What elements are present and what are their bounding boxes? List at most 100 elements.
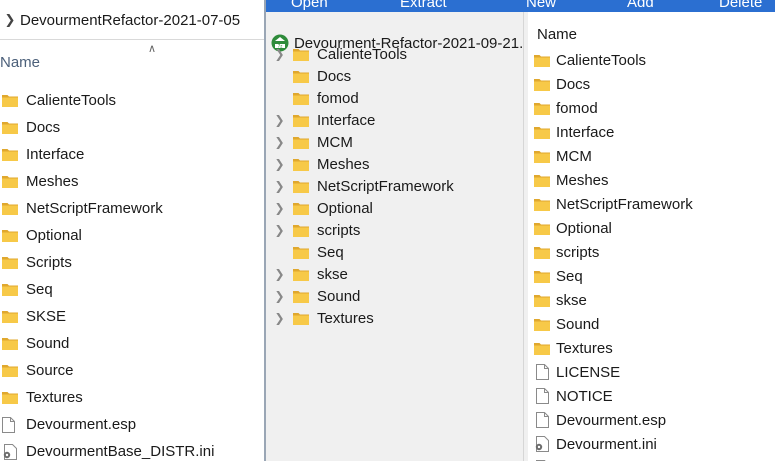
file-row[interactable]: scripts [528, 240, 775, 264]
list-item[interactable]: Source [0, 357, 264, 384]
file-row-label: NetScriptFramework [556, 195, 693, 213]
column-header-name[interactable]: Name [0, 54, 40, 71]
tree-item-label: CalienteTools [317, 45, 408, 63]
tree-item[interactable]: ❯ skse [266, 263, 523, 285]
list-item[interactable]: Textures [0, 384, 264, 411]
folder-icon [0, 87, 26, 114]
tree-item[interactable]: ❯ scripts [266, 219, 523, 241]
list-item[interactable]: CalienteTools [0, 87, 264, 114]
expand-chevron-icon[interactable]: ❯ [266, 311, 293, 325]
file-row[interactable]: CalienteTools [528, 48, 775, 72]
file-row[interactable]: NOTICE [528, 384, 775, 408]
file-row-label: MCM [556, 147, 592, 165]
list-item[interactable]: NetScriptFramework [0, 195, 264, 222]
file-row[interactable]: Sound [528, 312, 775, 336]
list-item-label: Interface [26, 146, 85, 163]
expand-chevron-icon[interactable]: ❯ [266, 47, 293, 61]
list-item[interactable]: Seq [0, 276, 264, 303]
expand-chevron-icon[interactable]: ❯ [266, 201, 293, 215]
tree-item[interactable]: ❯ Interface [266, 109, 523, 131]
tree-item[interactable]: ❯ CalienteTools [266, 43, 523, 65]
tree-item[interactable]: ❯ Sound [266, 285, 523, 307]
list-item[interactable]: Meshes [0, 168, 264, 195]
file-row[interactable]: Seq [528, 264, 775, 288]
file-row-label: scripts [556, 243, 600, 261]
expand-chevron-icon[interactable]: ❯ [266, 289, 293, 303]
list-item-label: Textures [26, 389, 83, 406]
list-item[interactable]: Docs [0, 114, 264, 141]
tree-item[interactable]: ❯ Meshes [266, 153, 523, 175]
toolbar-open-button[interactable]: Open [291, 0, 328, 11]
expand-chevron-icon[interactable]: ❯ [266, 179, 293, 193]
file-row[interactable]: NetScriptFramework [528, 192, 775, 216]
list-item-label: Devourment.esp [26, 416, 137, 433]
folder-icon [293, 114, 317, 127]
list-item[interactable]: Interface [0, 141, 264, 168]
tree-item[interactable]: ❯ NetScriptFramework [266, 175, 523, 197]
file-row[interactable]: Optional [528, 216, 775, 240]
tree-item[interactable]: fomod [266, 87, 523, 109]
tree-item-label: Sound [317, 287, 361, 305]
list-item-label: NetScriptFramework [26, 200, 163, 217]
toolbar-add-button[interactable]: Add [627, 0, 654, 11]
toolbar-extract-button[interactable]: Extract [400, 0, 447, 11]
tree-item-label: Docs [317, 67, 352, 85]
folder-icon [0, 303, 26, 330]
folder-icon [293, 158, 317, 171]
folder-icon [293, 70, 317, 83]
folder-icon [0, 141, 26, 168]
file-row[interactable]: Devourment.ini [528, 432, 775, 456]
address-bar[interactable]: ❯ DevourmentRefactor-2021-07-05 [0, 8, 264, 32]
tree-item[interactable]: Docs [266, 65, 523, 87]
tree-item-label: Textures [317, 309, 374, 327]
file-row[interactable] [528, 456, 775, 461]
file-row[interactable]: Docs [528, 72, 775, 96]
list-item[interactable]: Optional [0, 222, 264, 249]
list-item[interactable]: Scripts [0, 249, 264, 276]
toolbar-new-button[interactable]: New [526, 0, 556, 11]
tree-item-label: NetScriptFramework [317, 177, 454, 195]
list-item[interactable]: DevourmentBase_DISTR.ini [0, 438, 264, 461]
file-row-label: Optional [556, 219, 612, 237]
tree-item[interactable]: ❯ Textures [266, 307, 523, 329]
folder-icon [293, 202, 317, 215]
file-row[interactable]: Devourment.esp [528, 408, 775, 432]
file-row[interactable]: Interface [528, 120, 775, 144]
divider [0, 39, 264, 40]
expand-chevron-icon[interactable]: ❯ [266, 135, 293, 149]
tree-item[interactable]: Seq [266, 241, 523, 263]
expand-chevron-icon[interactable]: ❯ [266, 267, 293, 281]
file-row[interactable]: fomod [528, 96, 775, 120]
toolbar-delete-button[interactable]: Delete [719, 0, 762, 11]
expand-chevron-icon[interactable]: ❯ [266, 157, 293, 171]
expand-chevron-icon[interactable]: ❯ [266, 113, 293, 127]
folder-icon [0, 384, 26, 411]
file-row-label: Devourment.esp [556, 411, 667, 429]
file-row[interactable]: LICENSE [528, 360, 775, 384]
file-row[interactable]: Textures [528, 336, 775, 360]
folder-icon [0, 168, 26, 195]
tree-item-label: Interface [317, 111, 376, 129]
address-path[interactable]: DevourmentRefactor-2021-07-05 [20, 12, 240, 29]
file-row-label: Sound [556, 315, 600, 333]
expand-chevron-icon[interactable]: ❯ [266, 223, 293, 237]
file-row[interactable]: Meshes [528, 168, 775, 192]
chevron-right-icon[interactable]: ❯ [0, 12, 20, 28]
file-row[interactable]: skse [528, 288, 775, 312]
list-item[interactable]: Devourment.esp [0, 411, 264, 438]
file-icon [528, 412, 556, 428]
folder-tree: 7z Devourment-Refactor-2021-09-21. ❯ Cali… [266, 12, 523, 461]
folder-icon [0, 195, 26, 222]
file-row[interactable]: MCM [528, 144, 775, 168]
folder-icon [0, 222, 26, 249]
file-row-label: Docs [556, 75, 591, 93]
folder-icon [293, 268, 317, 281]
tree-item[interactable]: ❯ MCM [266, 131, 523, 153]
file-row-label: Devourment.ini [556, 435, 657, 453]
folder-icon [293, 180, 317, 193]
list-item[interactable]: SKSE [0, 303, 264, 330]
list-item[interactable]: Sound [0, 330, 264, 357]
list-item-label: Meshes [26, 173, 79, 190]
tree-item[interactable]: ❯ Optional [266, 197, 523, 219]
column-header-name[interactable]: Name [537, 26, 577, 43]
